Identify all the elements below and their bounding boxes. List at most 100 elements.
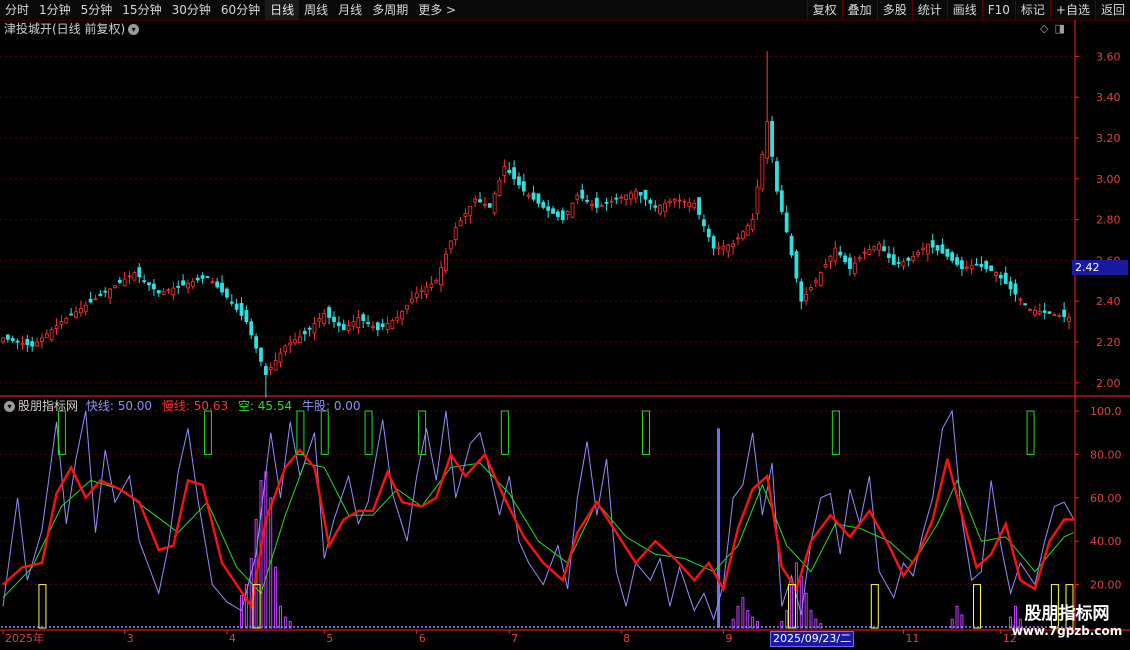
baseline-dot <box>925 626 927 628</box>
baseline-dot <box>517 626 519 628</box>
candle-body <box>794 251 799 279</box>
candle-body <box>444 253 448 271</box>
candle-body <box>906 257 911 261</box>
baseline-dot <box>337 626 339 628</box>
price-tick-label: 2.80 <box>1096 214 1121 227</box>
bull-stock-value: 牛股: 0.00 <box>301 399 361 413</box>
candle-body <box>687 201 692 207</box>
baseline-dot <box>965 626 967 628</box>
chevron-down-icon[interactable]: ▾ <box>4 401 15 412</box>
candle-body <box>833 247 838 262</box>
bottom-signal-box <box>870 584 879 629</box>
baseline-dot <box>133 626 135 628</box>
candle-body <box>83 304 88 313</box>
candle-body <box>395 317 400 321</box>
purple-bar <box>741 597 745 629</box>
candle-body <box>872 246 877 251</box>
candle-body <box>268 367 273 370</box>
candle-body <box>667 200 672 204</box>
baseline-dot <box>597 626 599 628</box>
panel-toggle-icon[interactable]: ◨ <box>1054 22 1064 35</box>
baseline-dot <box>877 626 879 628</box>
baseline-dot <box>529 626 531 628</box>
candle-body <box>375 322 380 331</box>
purple-bar <box>804 592 808 629</box>
candle-body <box>677 199 682 202</box>
chevron-down-icon[interactable]: ▾ <box>128 24 140 35</box>
candle-body <box>59 321 64 325</box>
candle-body <box>818 272 823 286</box>
baseline-dot <box>849 626 851 628</box>
baseline-dot <box>505 626 507 628</box>
baseline-dot <box>753 626 755 628</box>
baseline-dot <box>693 626 695 628</box>
candle-body <box>619 196 624 199</box>
baseline-dot <box>401 626 403 628</box>
candle-body <box>137 267 142 278</box>
candle-body <box>526 194 531 197</box>
baseline-dot <box>157 626 159 628</box>
baseline-dot <box>713 626 715 628</box>
candle-body <box>482 204 487 207</box>
current-price-tag: 2.42 <box>1072 260 1128 275</box>
baseline-dot <box>705 626 707 628</box>
baseline-dot <box>409 626 411 628</box>
baseline-dot <box>113 626 115 628</box>
candle-body <box>293 339 297 344</box>
candle-body <box>711 236 716 249</box>
candle-body <box>804 293 809 302</box>
baseline-dot <box>857 626 859 628</box>
baseline-dot <box>353 626 355 628</box>
baseline-dot <box>501 626 503 628</box>
baseline-dot <box>605 626 607 628</box>
candle-body <box>507 169 512 174</box>
buy-signal-box <box>642 410 651 455</box>
candle-body <box>371 326 375 329</box>
candle-body <box>273 359 278 371</box>
baseline-dot <box>653 626 655 628</box>
candle-body <box>750 219 755 231</box>
baseline-dot <box>277 626 279 628</box>
candle-body <box>867 249 872 255</box>
candle-body <box>30 341 35 347</box>
candle-body <box>98 293 103 296</box>
slow-line <box>2 448 1074 610</box>
baseline-dot <box>169 626 171 628</box>
baseline-dot <box>629 626 631 628</box>
candle-body <box>93 298 98 301</box>
baseline-dot <box>601 626 603 628</box>
baseline-dot <box>53 626 55 628</box>
baseline-dot <box>265 626 267 628</box>
baseline-dot <box>661 626 663 628</box>
candle-body <box>760 153 765 190</box>
candle-body <box>565 211 570 215</box>
baseline-dot <box>641 626 643 628</box>
candle-body <box>302 331 307 335</box>
candle-body <box>536 193 541 204</box>
baseline-dot <box>853 626 855 628</box>
candle-body <box>473 198 478 203</box>
candle-body <box>663 202 667 212</box>
indicator-tick-label: 80.00 <box>1090 448 1122 461</box>
baseline-dot <box>761 626 763 628</box>
baseline-dot <box>733 626 735 628</box>
candle-body <box>546 206 551 211</box>
indicator-tick-label: 40.00 <box>1090 535 1122 548</box>
candle-body <box>921 247 925 250</box>
baseline-dot <box>957 626 959 628</box>
baseline-dot <box>125 626 127 628</box>
chart-area[interactable]: 3.603.403.203.002.802.602.402.202.00100.… <box>0 0 1130 650</box>
baseline-dot <box>285 626 287 628</box>
baseline-dot <box>545 626 547 628</box>
diamond-icon[interactable]: ◇ <box>1040 22 1048 35</box>
candle-body <box>599 204 604 207</box>
baseline-dot <box>613 626 615 628</box>
candle-body <box>969 265 974 269</box>
baseline-dot <box>101 626 103 628</box>
baseline-dot <box>329 626 331 628</box>
baseline-dot <box>885 626 887 628</box>
baseline-dot <box>845 626 847 628</box>
baseline-dot <box>121 626 123 628</box>
baseline-dot <box>677 626 679 628</box>
candle-body <box>799 281 804 302</box>
